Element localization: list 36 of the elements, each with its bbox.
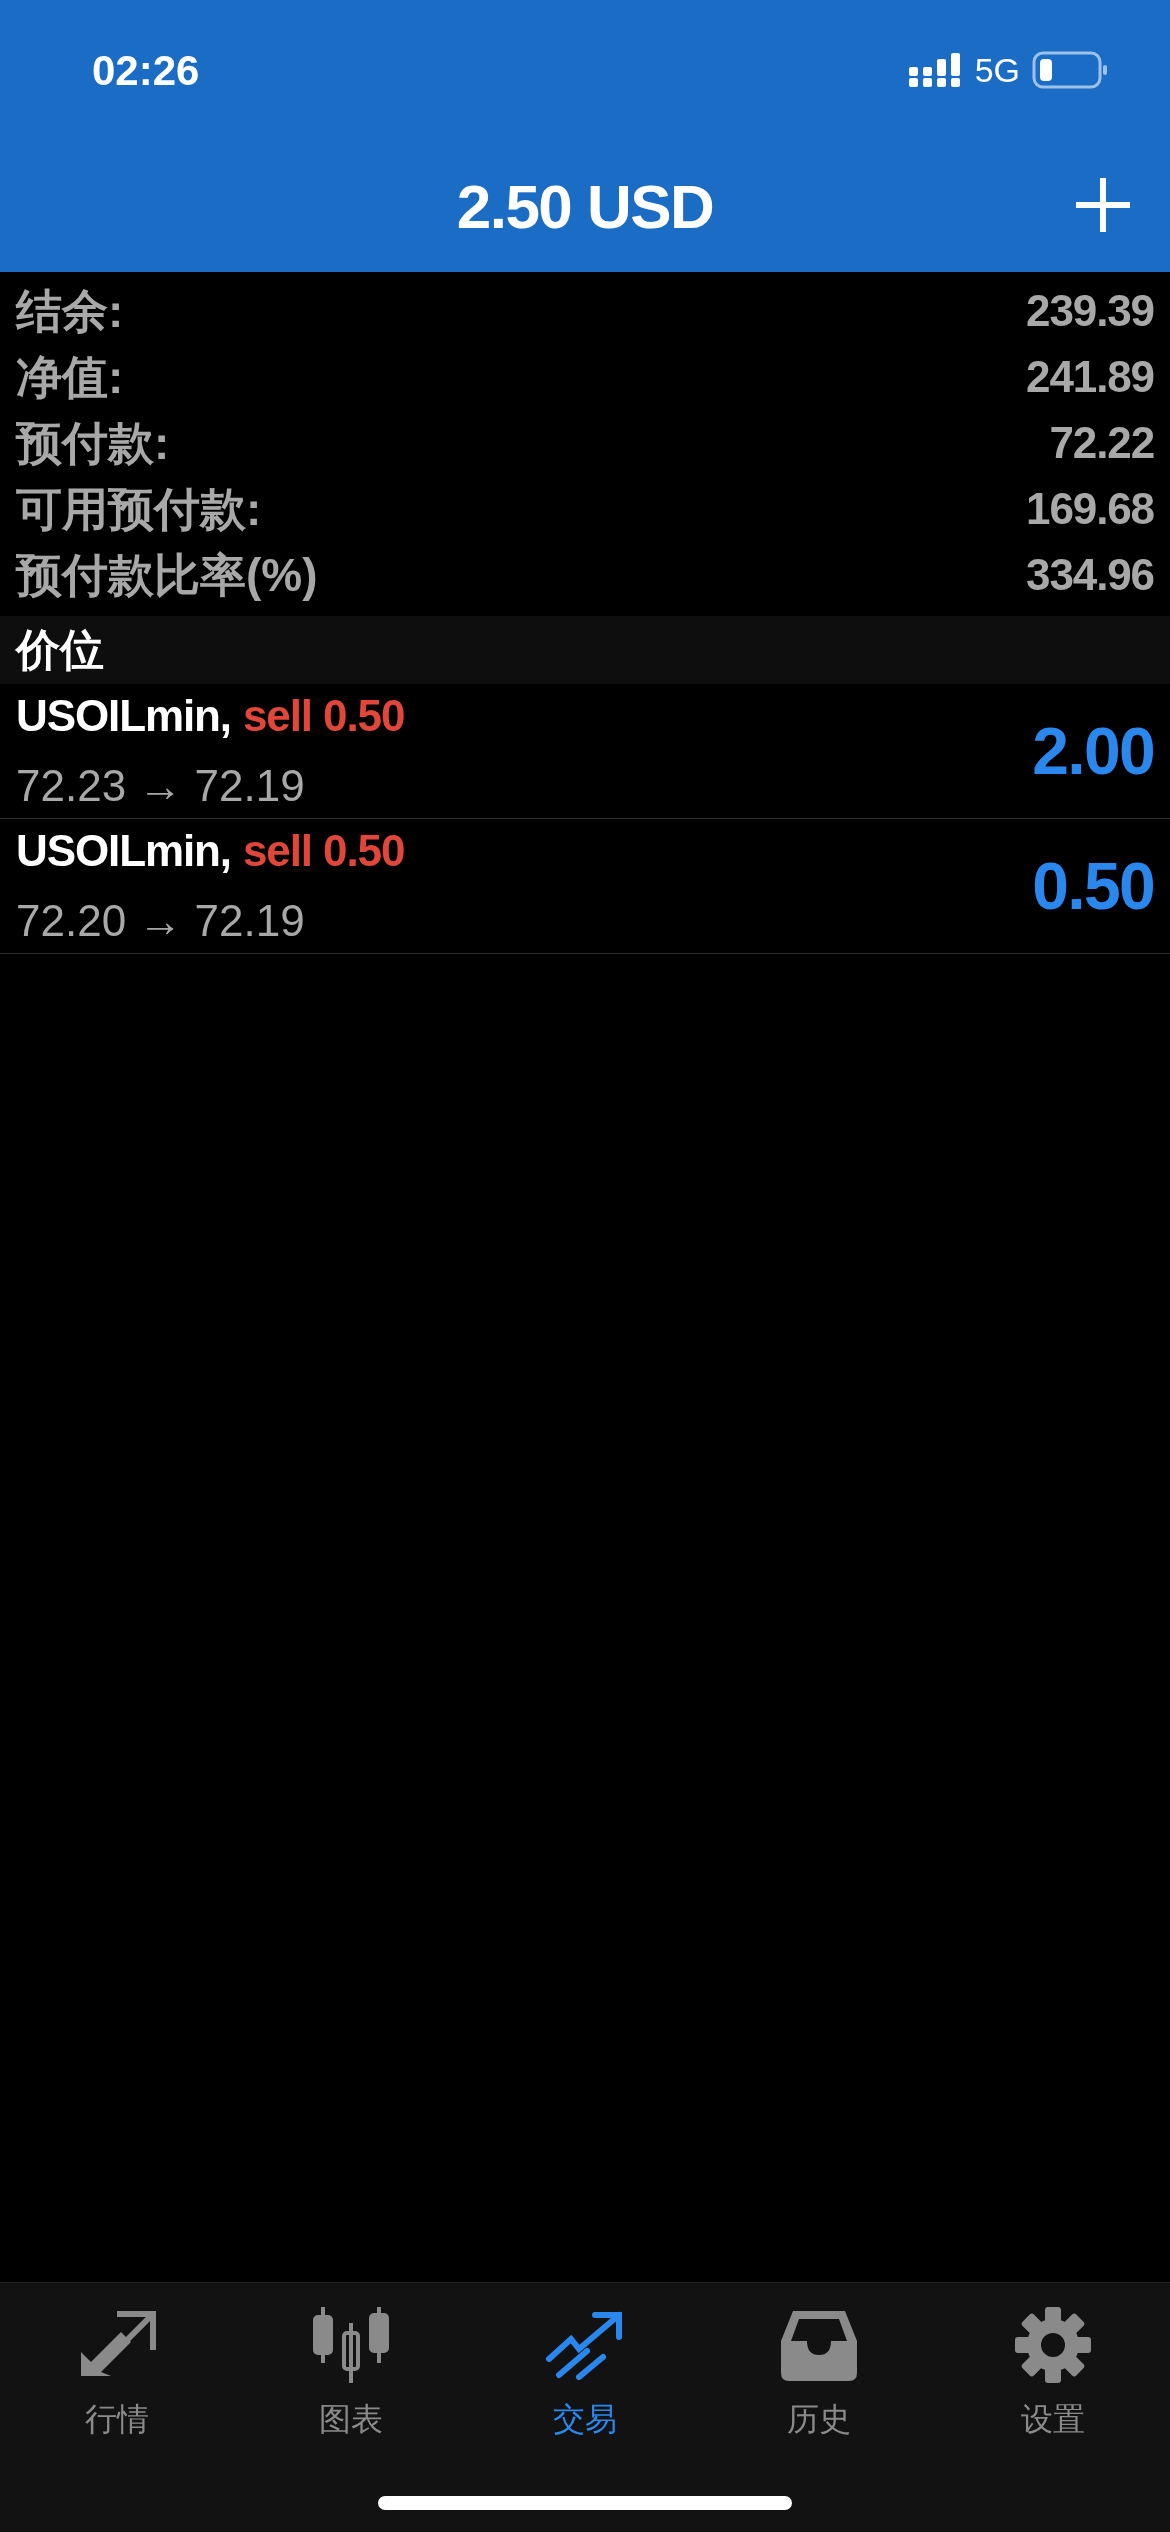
position-row[interactable]: USOILmin, sell 0.50 72.23 → 72.19 2.00 (0, 684, 1170, 819)
position-row[interactable]: USOILmin, sell 0.50 72.20 → 72.19 0.50 (0, 819, 1170, 954)
add-icon (1074, 176, 1132, 234)
candlestick-icon (311, 2305, 391, 2385)
summary-value: 239.39 (1026, 285, 1154, 337)
tab-item[interactable]: 交易 (468, 2303, 702, 2443)
battery-icon (1032, 51, 1108, 89)
summary-label: 可用预付款: (16, 481, 262, 537)
summary-label: 预付款: (16, 415, 170, 471)
signal-icon (908, 53, 963, 87)
inbox-icon (781, 2309, 857, 2381)
summary-value: 241.89 (1026, 351, 1154, 403)
order-label: sell 0.50 (243, 825, 405, 877)
status-time: 02:26 (92, 45, 200, 96)
summary-value: 72.22 (1049, 417, 1154, 469)
tab-item[interactable]: 图表 (234, 2303, 468, 2443)
network-label: 5G (974, 49, 1020, 91)
trend-arrow-icon (545, 2309, 625, 2381)
tab-item[interactable]: 历史 (702, 2303, 936, 2443)
summary-value: 169.68 (1026, 483, 1154, 535)
symbol-label: USOILmin, (16, 690, 231, 742)
profit-value: 0.50 (1032, 847, 1154, 925)
summary-label: 预付款比率(%) (16, 547, 318, 603)
symbol-label: USOILmin, (16, 825, 231, 877)
tab-item[interactable]: 行情 (0, 2303, 234, 2443)
profit-value: 2.00 (1032, 712, 1154, 790)
settings-icon (1015, 2307, 1091, 2383)
tab-item[interactable]: 设置 (936, 2303, 1170, 2443)
price-change: 72.23 → 72.19 (16, 760, 306, 812)
header-title: 2.50 USD (456, 170, 714, 243)
summary-value: 334.96 (1026, 549, 1154, 601)
order-label: sell 0.50 (243, 690, 405, 742)
summary-label: 净值: (16, 349, 124, 405)
price-change: 72.20 → 72.19 (16, 895, 306, 947)
section-header: 价位 (0, 616, 1170, 684)
summary-label: 结余: (16, 283, 124, 339)
